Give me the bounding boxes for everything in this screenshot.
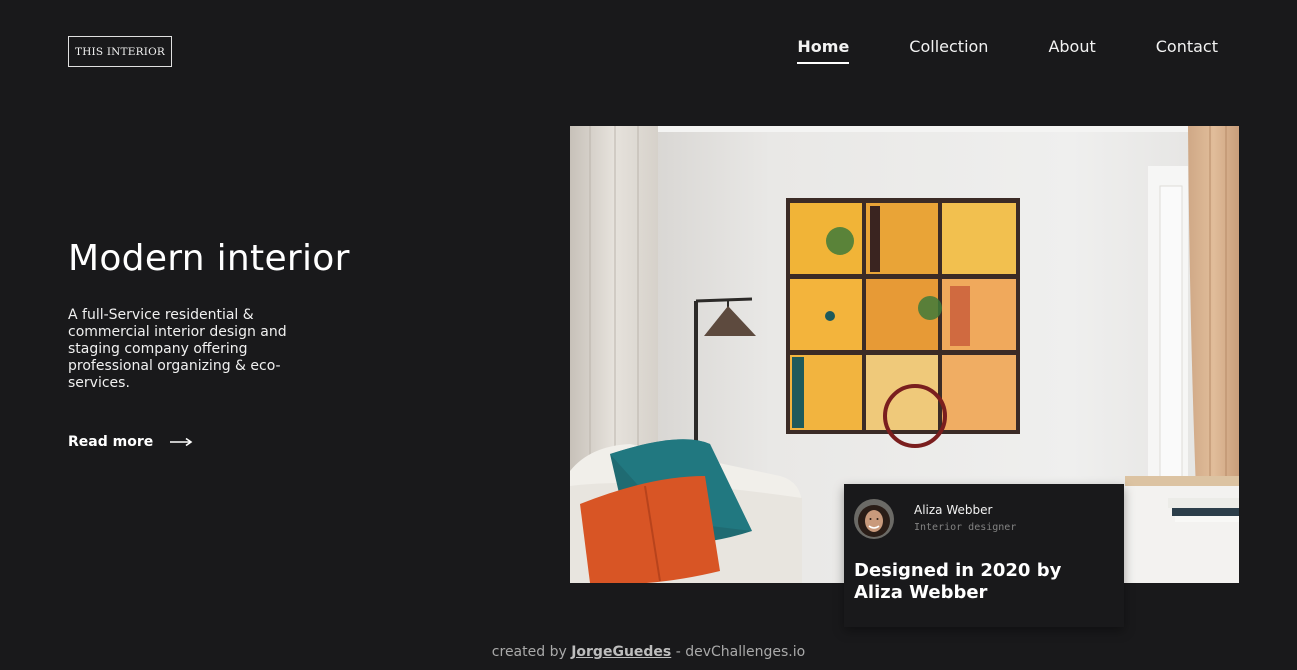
nav-contact[interactable]: Contact: [1156, 37, 1218, 64]
nav-about[interactable]: About: [1048, 37, 1095, 64]
design-caption: Designed in 2020 by Aliza Webber: [854, 560, 1062, 603]
site-logo[interactable]: THIS INTERIOR: [68, 36, 172, 67]
footer-prefix: created by: [491, 644, 572, 660]
footer: created by JorgeGuedes - devChallenges.i…: [0, 644, 1297, 660]
main-nav: Home Collection About Contact: [797, 37, 1218, 64]
designer-role: Interior designer: [914, 522, 1017, 533]
nav-collection[interactable]: Collection: [909, 37, 988, 64]
nav-home[interactable]: Home: [797, 37, 850, 64]
hero-description: A full-Service residential & commercial …: [68, 307, 287, 391]
read-more-label: Read more: [68, 434, 154, 450]
page: THIS INTERIOR Home Collection About Cont…: [0, 0, 1297, 670]
read-more-link[interactable]: Read more: [68, 434, 193, 450]
designer-card: Aliza Webber Interior designer Designed …: [844, 484, 1124, 627]
logo-text: THIS INTERIOR: [74, 45, 165, 58]
avatar: [854, 499, 894, 539]
footer-suffix: - devChallenges.io: [671, 644, 806, 660]
arrow-right-icon: [170, 437, 193, 447]
designer-name: Aliza Webber: [914, 503, 993, 517]
author-link[interactable]: JorgeGuedes: [571, 644, 671, 660]
hero-title: Modern interior: [68, 238, 350, 279]
